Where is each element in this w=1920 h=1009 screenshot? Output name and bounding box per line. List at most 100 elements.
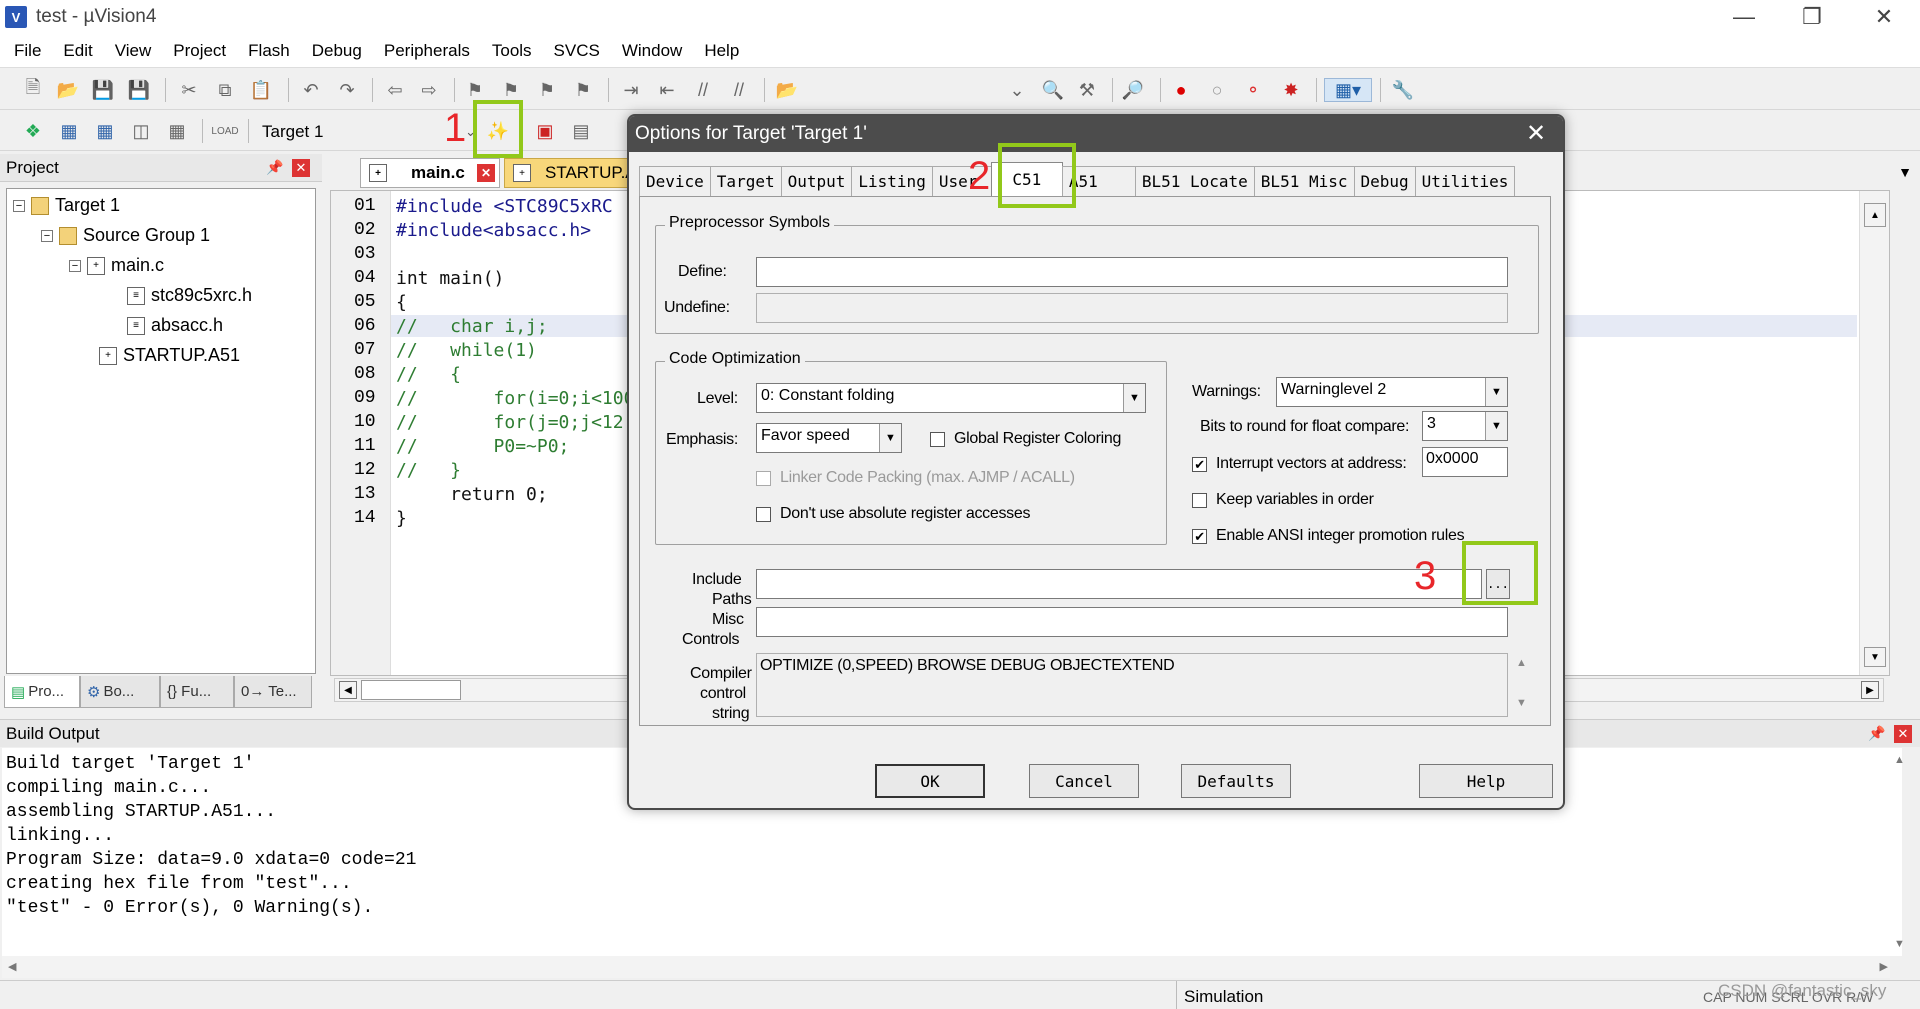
tools-icon[interactable]: ⚒	[1074, 78, 1100, 102]
unindent-icon[interactable]: ⇤	[654, 78, 680, 102]
close-icon[interactable]: ✕	[1848, 0, 1920, 34]
undefine-input[interactable]	[756, 293, 1508, 323]
collapse-icon[interactable]: −	[13, 199, 25, 212]
scroll-up-icon[interactable]: ▲	[1894, 754, 1905, 766]
close-panel-icon[interactable]: ✕	[1894, 724, 1912, 743]
tab-templates[interactable]: 0→ Te...	[234, 676, 312, 708]
close-panel-icon[interactable]: ✕	[292, 158, 310, 177]
tree-item-main-c[interactable]: − + main.c	[69, 255, 164, 276]
nav-forward-icon[interactable]: ⇨	[416, 78, 442, 102]
uncomment-icon[interactable]: //	[726, 78, 752, 102]
collapse-icon[interactable]: −	[69, 259, 81, 272]
rebuild-icon[interactable]: ▦	[92, 119, 118, 143]
checkbox-box[interactable]	[930, 431, 945, 447]
tab-functions[interactable]: {} Fu...	[160, 676, 234, 708]
configure-icon[interactable]: 🔧	[1390, 78, 1416, 102]
help-button[interactable]: Help	[1419, 764, 1553, 798]
scroll-left-icon[interactable]: ◀	[339, 681, 357, 699]
global-register-coloring-checkbox[interactable]: Global Register Coloring	[930, 430, 1121, 448]
undo-icon[interactable]: ↶	[298, 78, 324, 102]
ansi-promotion-checkbox[interactable]: ✔ Enable ANSI integer promotion rules	[1192, 527, 1465, 545]
breakpoint-disable-icon[interactable]: ○	[1204, 78, 1230, 102]
build-icon[interactable]: ▦	[56, 119, 82, 143]
bookmark-set-icon[interactable]: ⚑	[462, 78, 488, 102]
open-file-icon[interactable]: 📂	[55, 78, 81, 102]
tab-bl51-misc[interactable]: BL51 Misc	[1253, 166, 1355, 196]
find-icon[interactable]: 🔍	[1040, 78, 1066, 102]
cut-icon[interactable]: ✂	[176, 78, 202, 102]
new-file-icon[interactable]: 🗎	[20, 77, 46, 102]
tab-listing[interactable]: Listing	[851, 166, 933, 196]
scroll-thumb[interactable]	[361, 680, 461, 700]
window-layout-icon[interactable]: ▦▾	[1324, 78, 1372, 102]
scroll-left-icon[interactable]: ◀	[8, 960, 16, 973]
tab-output[interactable]: Output	[780, 166, 853, 196]
menu-flash[interactable]: Flash	[237, 41, 301, 61]
bits-round-select[interactable]: 3 ▼	[1422, 411, 1508, 441]
scroll-down-icon[interactable]: ▼	[1516, 697, 1527, 709]
breakpoint-kill-all-icon[interactable]: ✸	[1278, 78, 1304, 102]
include-paths-input[interactable]	[756, 569, 1482, 599]
save-icon[interactable]: 💾	[90, 78, 116, 102]
menu-help[interactable]: Help	[693, 41, 750, 61]
menu-edit[interactable]: Edit	[52, 41, 103, 61]
emphasis-select[interactable]: Favor speed ▼	[756, 423, 902, 453]
menu-svcs[interactable]: SVCS	[543, 41, 611, 61]
menu-debug[interactable]: Debug	[301, 41, 373, 61]
warnings-select[interactable]: Warninglevel 2 ▼	[1276, 377, 1508, 407]
minimize-icon[interactable]: —	[1708, 0, 1780, 34]
define-input[interactable]	[756, 257, 1508, 287]
find-in-files-icon[interactable]: 📂	[774, 78, 800, 102]
debug-session-icon[interactable]: 🔎	[1120, 78, 1146, 102]
breakpoint-disable-all-icon[interactable]: ⚬	[1240, 78, 1266, 102]
batch-build-icon[interactable]: ◫	[128, 119, 154, 143]
bookmark-clear-icon[interactable]: ⚑	[570, 78, 596, 102]
translate-icon[interactable]: ❖	[20, 119, 46, 143]
no-absolute-register-checkbox[interactable]: Don't use absolute register accesses	[756, 505, 1030, 523]
keep-variables-checkbox[interactable]: Keep variables in order	[1192, 491, 1374, 509]
tab-utilities[interactable]: Utilities	[1414, 166, 1516, 196]
tree-item-header-absacc[interactable]: ≡ absacc.h	[127, 315, 223, 336]
breakpoint-insert-icon[interactable]: ●	[1168, 78, 1194, 102]
build-output-hscrollbar[interactable]: ◀ ▶	[2, 956, 1890, 978]
editor-tab-main-c[interactable]: + main.c ✕	[360, 158, 500, 188]
level-select[interactable]: 0: Constant folding ▼	[756, 383, 1146, 413]
cancel-button[interactable]: Cancel	[1029, 764, 1139, 798]
restore-icon[interactable]: ❐	[1776, 0, 1848, 34]
checkbox-box[interactable]	[1192, 492, 1207, 508]
check-icon[interactable]: ✔	[1192, 528, 1207, 544]
menu-view[interactable]: View	[104, 41, 163, 61]
build-output-scrollbar[interactable]: ▲ ▼	[1890, 750, 1916, 950]
menu-tools[interactable]: Tools	[481, 41, 543, 61]
stop-build-icon[interactable]: ▦	[164, 119, 190, 143]
checkbox-box[interactable]	[756, 470, 771, 486]
menu-file[interactable]: File	[0, 41, 52, 61]
menu-peripherals[interactable]: Peripherals	[373, 41, 481, 61]
dropdown-arrow-icon[interactable]: ⌄	[1004, 78, 1030, 102]
target-select[interactable]: Target 1 ⌄	[256, 119, 476, 145]
bookmark-prev-icon[interactable]: ⚑	[498, 78, 524, 102]
menu-project[interactable]: Project	[162, 41, 237, 61]
tree-item-header-stc[interactable]: ≡ stc89c5xrc.h	[127, 285, 252, 306]
pin-icon[interactable]: 📌	[266, 159, 283, 176]
select-packs-icon[interactable]: ▤	[568, 119, 594, 143]
interrupt-address-input[interactable]: 0x0000	[1422, 447, 1508, 477]
bookmark-next-icon[interactable]: ⚑	[534, 78, 560, 102]
scroll-up-icon[interactable]: ▲	[1864, 203, 1886, 227]
tab-device[interactable]: Device	[639, 166, 711, 196]
collapse-icon[interactable]: −	[41, 229, 53, 242]
tree-item-target[interactable]: − Target 1	[13, 195, 120, 216]
tab-debug[interactable]: Debug	[1353, 166, 1416, 196]
menu-window[interactable]: Window	[611, 41, 693, 61]
ok-button[interactable]: OK	[875, 764, 985, 798]
close-icon[interactable]: ✕	[1523, 120, 1549, 147]
redo-icon[interactable]: ↷	[334, 78, 360, 102]
nav-back-icon[interactable]: ⇦	[382, 78, 408, 102]
defaults-button[interactable]: Defaults	[1181, 764, 1291, 798]
manage-components-icon[interactable]: ▣	[532, 119, 558, 143]
tab-list-dropdown-icon[interactable]: ▼	[1898, 164, 1912, 180]
editor-vertical-scrollbar[interactable]: ▲ ▼	[1859, 191, 1889, 675]
save-all-icon[interactable]: 💾	[126, 78, 152, 102]
checkbox-box[interactable]	[756, 506, 771, 522]
check-icon[interactable]: ✔	[1192, 456, 1207, 472]
